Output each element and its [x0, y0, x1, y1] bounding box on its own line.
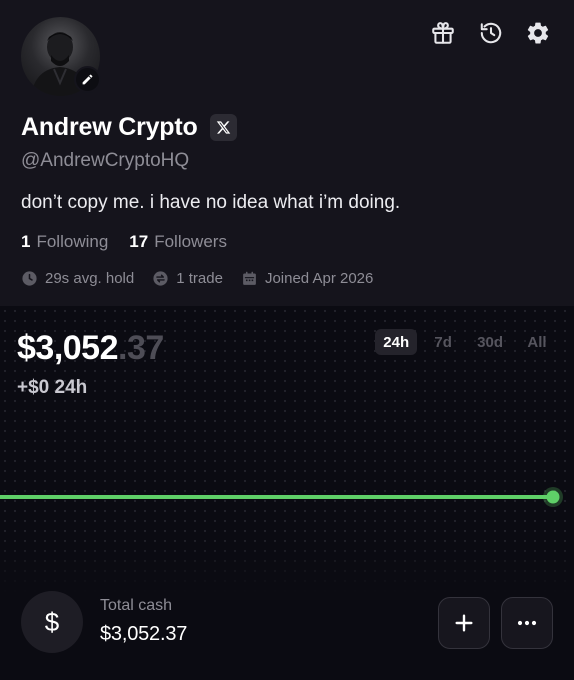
pencil-icon — [82, 74, 93, 85]
plus-icon — [455, 614, 473, 632]
profile-header: Andrew Crypto @AndrewCryptoHQ don’t copy… — [0, 0, 574, 306]
profile-stats: 29s avg. hold 1 trade Joined Apr 2026 — [21, 270, 391, 287]
followers-link[interactable]: 17 Followers — [129, 232, 227, 252]
endpoint-dot — [546, 490, 560, 504]
balance-change: +$0 24h — [17, 377, 88, 398]
gift-icon — [432, 22, 454, 44]
balance-main: $3,052 — [17, 329, 119, 367]
follow-stats: 1 Following 17 Followers — [21, 232, 227, 252]
profile-name-row: Andrew Crypto — [21, 113, 237, 142]
total-cash-label: Total cash — [100, 597, 173, 614]
time-range-selector: 24h 7d 30d All — [375, 329, 557, 355]
x-logo-icon — [216, 121, 230, 134]
trades-text: 1 trade — [176, 270, 223, 287]
dollar-icon: $ — [44, 606, 60, 637]
trades-stat: 1 trade — [152, 270, 223, 287]
range-24h[interactable]: 24h — [375, 329, 418, 355]
swap-icon — [153, 271, 168, 286]
followers-count: 17 — [129, 232, 149, 251]
joined-stat: Joined Apr 2026 — [241, 270, 373, 287]
joined-text: Joined Apr 2026 — [264, 270, 374, 287]
avg-hold-text: 29s avg. hold — [45, 270, 135, 287]
following-label: Following — [36, 232, 109, 251]
range-all[interactable]: All — [517, 329, 557, 355]
x-link-button[interactable] — [209, 114, 237, 141]
range-7d[interactable]: 7d — [423, 329, 463, 355]
profile-handle: @AndrewCryptoHQ — [21, 150, 190, 171]
profile-bio: don’t copy me. i have no idea what i’m d… — [21, 192, 401, 213]
range-30d[interactable]: 30d — [469, 329, 511, 355]
balance-cents: .37 — [118, 329, 164, 367]
calendar-icon — [243, 271, 256, 285]
add-cash-button[interactable] — [438, 597, 490, 649]
following-count: 1 — [21, 232, 31, 251]
portfolio-balance: $3,052.37 — [17, 329, 164, 368]
history-button[interactable] — [476, 18, 506, 48]
more-options-button[interactable] — [501, 597, 553, 649]
portfolio-line-chart — [0, 487, 563, 507]
settings-button[interactable] — [523, 18, 553, 48]
following-link[interactable]: 1 Following — [21, 232, 108, 252]
history-icon — [480, 22, 502, 44]
cash-icon-circle: $ — [21, 591, 83, 653]
profile-name: Andrew Crypto — [21, 113, 198, 141]
gift-button[interactable] — [428, 18, 458, 48]
edit-avatar-button[interactable] — [74, 66, 101, 93]
gear-icon — [527, 22, 549, 44]
followers-label: Followers — [154, 232, 227, 251]
avg-hold-stat: 29s avg. hold — [21, 270, 134, 287]
total-cash-value: $3,052.37 — [100, 623, 188, 645]
ellipsis-icon — [517, 620, 537, 626]
clock-icon — [22, 271, 37, 286]
